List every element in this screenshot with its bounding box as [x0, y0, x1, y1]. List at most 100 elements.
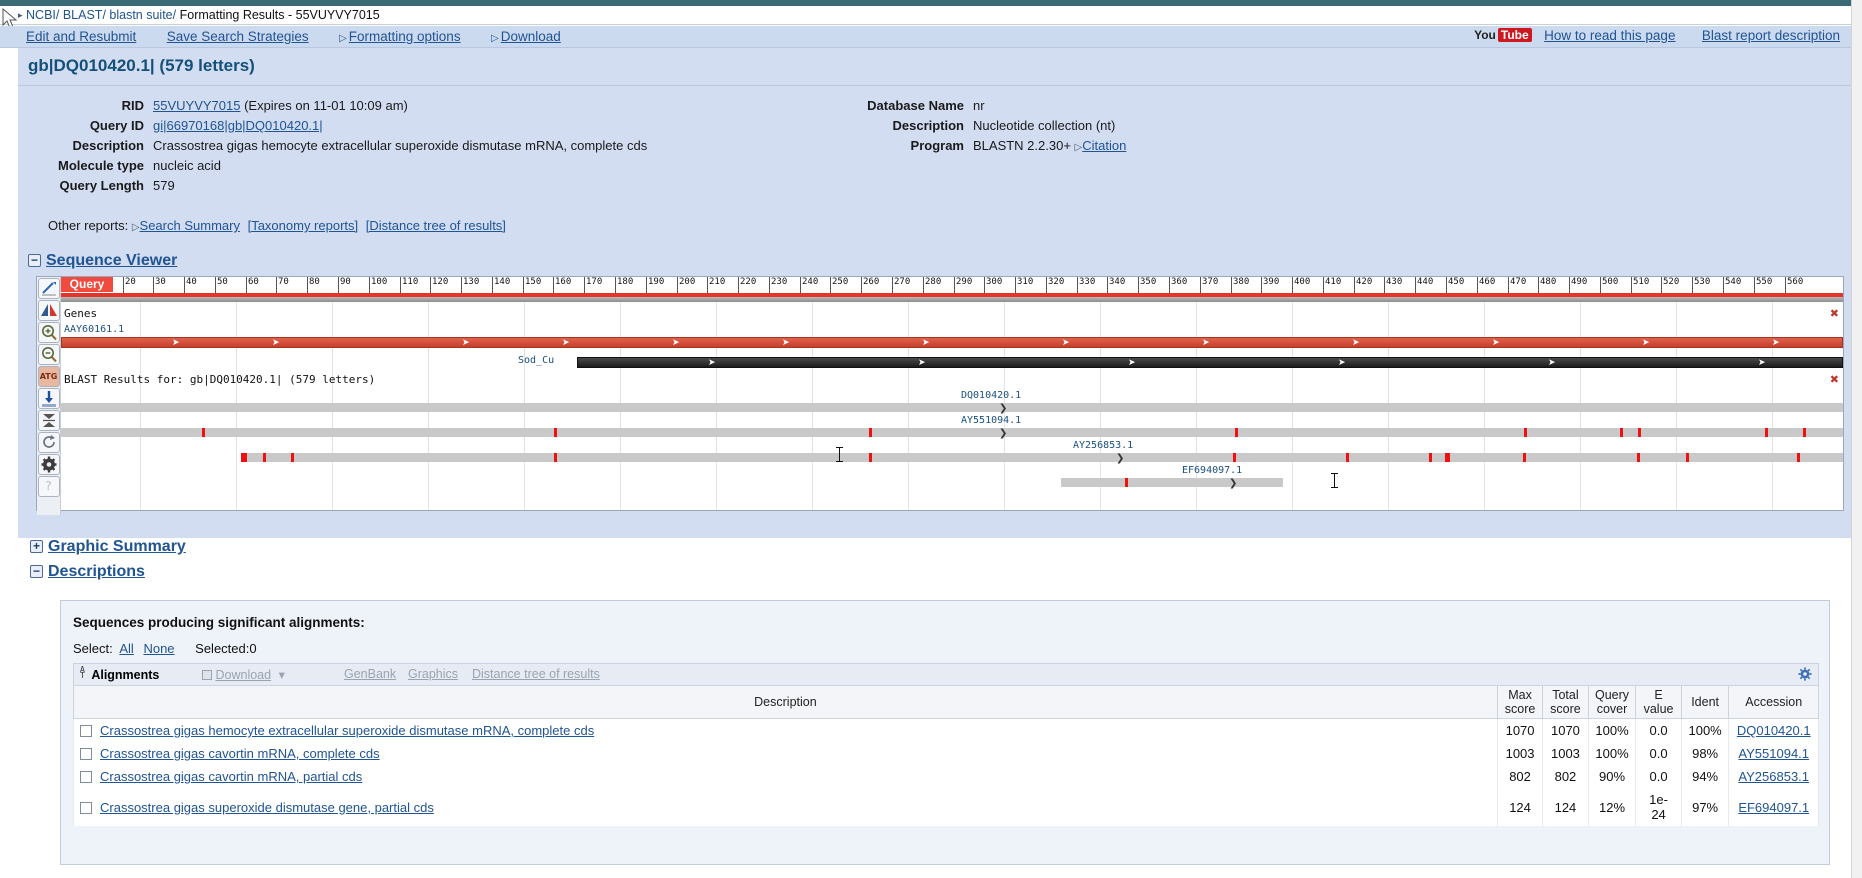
pointer-tool-icon[interactable] [37, 278, 60, 299]
query-id-link[interactable]: gi|66970168|gb|DQ010420.1| [153, 118, 323, 133]
ruler-tick: 90 [338, 277, 351, 293]
download-menu-button[interactable]: Download ▾ [202, 667, 285, 682]
ruler-tick: 20 [123, 277, 136, 293]
reload-icon[interactable] [37, 432, 60, 453]
ruler-tick: 40 [184, 277, 197, 293]
download-link[interactable]: ▷ Download [491, 29, 561, 44]
descriptions-collapse-toggle[interactable]: − [30, 565, 43, 578]
hit-bar-dq010420[interactable] [61, 403, 1843, 412]
title-divider [18, 85, 1862, 86]
hit-label-ay256853[interactable]: AY256853.1 [1073, 440, 1133, 451]
breadcrumb-blastn-suite[interactable]: blastn suite/ [109, 8, 176, 22]
cell-max-score: 1070 [1496, 718, 1544, 742]
ruler-tick: 540 [1723, 277, 1741, 293]
page-scrollbar[interactable] [1851, 0, 1862, 878]
gene-feature-bar[interactable]: ➤ ➤ ➤ ➤ ➤ ➤ ➤ ➤ ➤ ➤ ➤ ➤ ➤ [61, 337, 1843, 348]
hit-label-ef694097[interactable]: EF694097.1 [1182, 465, 1242, 476]
cell-accession: EF694097.1 [1728, 788, 1819, 826]
sod-cu-feature-bar[interactable]: ➤ ➤ ➤ ➤ ➤ ➤ [577, 357, 1843, 368]
sequence-viewer-collapse-toggle[interactable]: − [28, 254, 41, 267]
row-checkbox[interactable] [80, 801, 92, 814]
hit-bar-ay256853[interactable] [241, 453, 1843, 462]
search-summary-link[interactable]: Search Summary [140, 218, 240, 233]
ruler-tick: 350 [1138, 277, 1156, 293]
ruler-tick: 210 [707, 277, 725, 293]
strand-arrow-icon: ➤ [272, 338, 280, 348]
column-header-max-score[interactable]: Max score [1496, 685, 1544, 719]
citation-link[interactable]: Citation [1082, 138, 1126, 153]
download-icon[interactable] [37, 388, 60, 409]
save-search-strategies-link[interactable]: Save Search Strategies [167, 29, 309, 44]
blast-report-description-link[interactable]: Blast report description [1702, 28, 1840, 43]
breadcrumb-current: Formatting Results - 55VUYVY7015 [179, 8, 380, 22]
sequence-viewer-toolbar: ATG ? [37, 277, 61, 515]
select-all-link[interactable]: All [119, 641, 133, 656]
breadcrumb-blast[interactable]: BLAST/ [63, 8, 106, 22]
accession-link[interactable]: AY256853.1 [1738, 769, 1809, 784]
close-blast-track-icon[interactable]: ✖ [1830, 373, 1839, 386]
hit-label-ay551094[interactable]: AY551094.1 [961, 415, 1021, 426]
settings-gear-icon[interactable] [37, 454, 60, 475]
zoom-in-icon[interactable] [37, 322, 60, 343]
edit-and-resubmit-link[interactable]: Edit and Resubmit [26, 29, 136, 44]
column-header-accession[interactable]: Accession [1728, 685, 1819, 719]
distance-tree-of-results-link[interactable]: [Distance tree of results] [366, 218, 506, 233]
sequence-viewer-canvas[interactable]: Query 20 30 40 50 60 70 80 90 100 110 120 130 140 150… [61, 277, 1843, 510]
sequence-viewer-label[interactable]: Sequence Viewer [46, 252, 177, 269]
description-link[interactable]: Crassostrea gigas hemocyte extracellular… [100, 723, 594, 738]
strand-arrow-icon: ➤ [1548, 358, 1556, 368]
graphic-summary-label[interactable]: Graphic Summary [48, 538, 186, 555]
flip-strands-icon[interactable] [37, 300, 60, 321]
column-header-ident[interactable]: Ident [1680, 685, 1730, 719]
expand-collapse-icon[interactable] [37, 410, 60, 431]
row-checkbox[interactable] [80, 771, 92, 783]
taxonomy-reports-link[interactable]: [Taxonomy reports] [248, 218, 359, 233]
column-header-description[interactable]: Description [73, 685, 1498, 719]
settings-gear-icon[interactable] [1798, 667, 1812, 681]
info-label-description: Description [72, 138, 144, 153]
hit-label-dq010420[interactable]: DQ010420.1 [961, 390, 1021, 401]
atg-markers-icon[interactable]: ATG [37, 366, 60, 387]
hit-bar-ay551094[interactable] [61, 428, 1843, 437]
help-question-icon[interactable]: ? [37, 476, 60, 497]
how-to-read-this-page-link[interactable]: How to read this page [1544, 28, 1675, 43]
close-genes-track-icon[interactable]: ✖ [1830, 307, 1839, 320]
description-link[interactable]: Crassostrea gigas superoxide dismutase g… [100, 800, 434, 815]
row-checkbox[interactable] [80, 748, 92, 760]
description-link[interactable]: Crassostrea gigas cavortin mRNA, complet… [100, 746, 380, 761]
graphic-summary-expand-toggle[interactable]: + [30, 540, 43, 553]
column-header-query-cover[interactable]: Query cover [1587, 685, 1637, 719]
sequence-ruler[interactable]: Query 20 30 40 50 60 70 80 90 100 110 120 130 140 150… [61, 277, 1843, 293]
youtube-logo-icon[interactable]: You Tube [1474, 28, 1532, 43]
cell-query-cover: 100% [1587, 742, 1637, 765]
column-header-e-value[interactable]: Evalue [1635, 685, 1682, 719]
alignments-tab[interactable]: AT Alignments [80, 666, 159, 683]
mismatch-marker [869, 453, 872, 462]
distance-tree-of-results-link[interactable]: Distance tree of results [472, 667, 600, 681]
zoom-out-icon[interactable] [37, 344, 60, 365]
ruler-tick: 160 [553, 277, 571, 293]
accession-link[interactable]: AY551094.1 [1738, 746, 1809, 761]
formatting-options-link[interactable]: ▷ Formatting options [339, 29, 461, 44]
ruler-tick: 120 [430, 277, 448, 293]
column-header-total-score[interactable]: Total score [1542, 685, 1589, 719]
row-checkbox[interactable] [80, 725, 92, 737]
cell-total-score: 1070 [1542, 718, 1589, 742]
ruler-tick: 70 [276, 277, 289, 293]
description-link[interactable]: Crassostrea gigas cavortin mRNA, partial… [100, 769, 362, 784]
rid-link[interactable]: 55VUYVY7015 [153, 98, 240, 113]
report-panel: gb|DQ010420.1| (579 letters) RID 55VUYVY… [18, 48, 1862, 538]
ruler-tick: 370 [1200, 277, 1218, 293]
select-none-link[interactable]: None [143, 641, 174, 656]
query-grey-bar [61, 297, 1843, 302]
hit-bar-ef694097[interactable] [1061, 478, 1283, 487]
genbank-link[interactable]: GenBank [344, 667, 396, 681]
accession-link[interactable]: EF694097.1 [1738, 800, 1809, 815]
accession-link[interactable]: DQ010420.1 [1737, 723, 1811, 738]
breadcrumb-ncbi[interactable]: NCBI/ [26, 8, 59, 22]
ruler-tick: 280 [923, 277, 941, 293]
genes-protein-label[interactable]: AAY60161.1 [64, 324, 124, 335]
descriptions-label[interactable]: Descriptions [48, 563, 145, 580]
graphics-link[interactable]: Graphics [408, 667, 458, 681]
ruler-tick: 380 [1231, 277, 1249, 293]
